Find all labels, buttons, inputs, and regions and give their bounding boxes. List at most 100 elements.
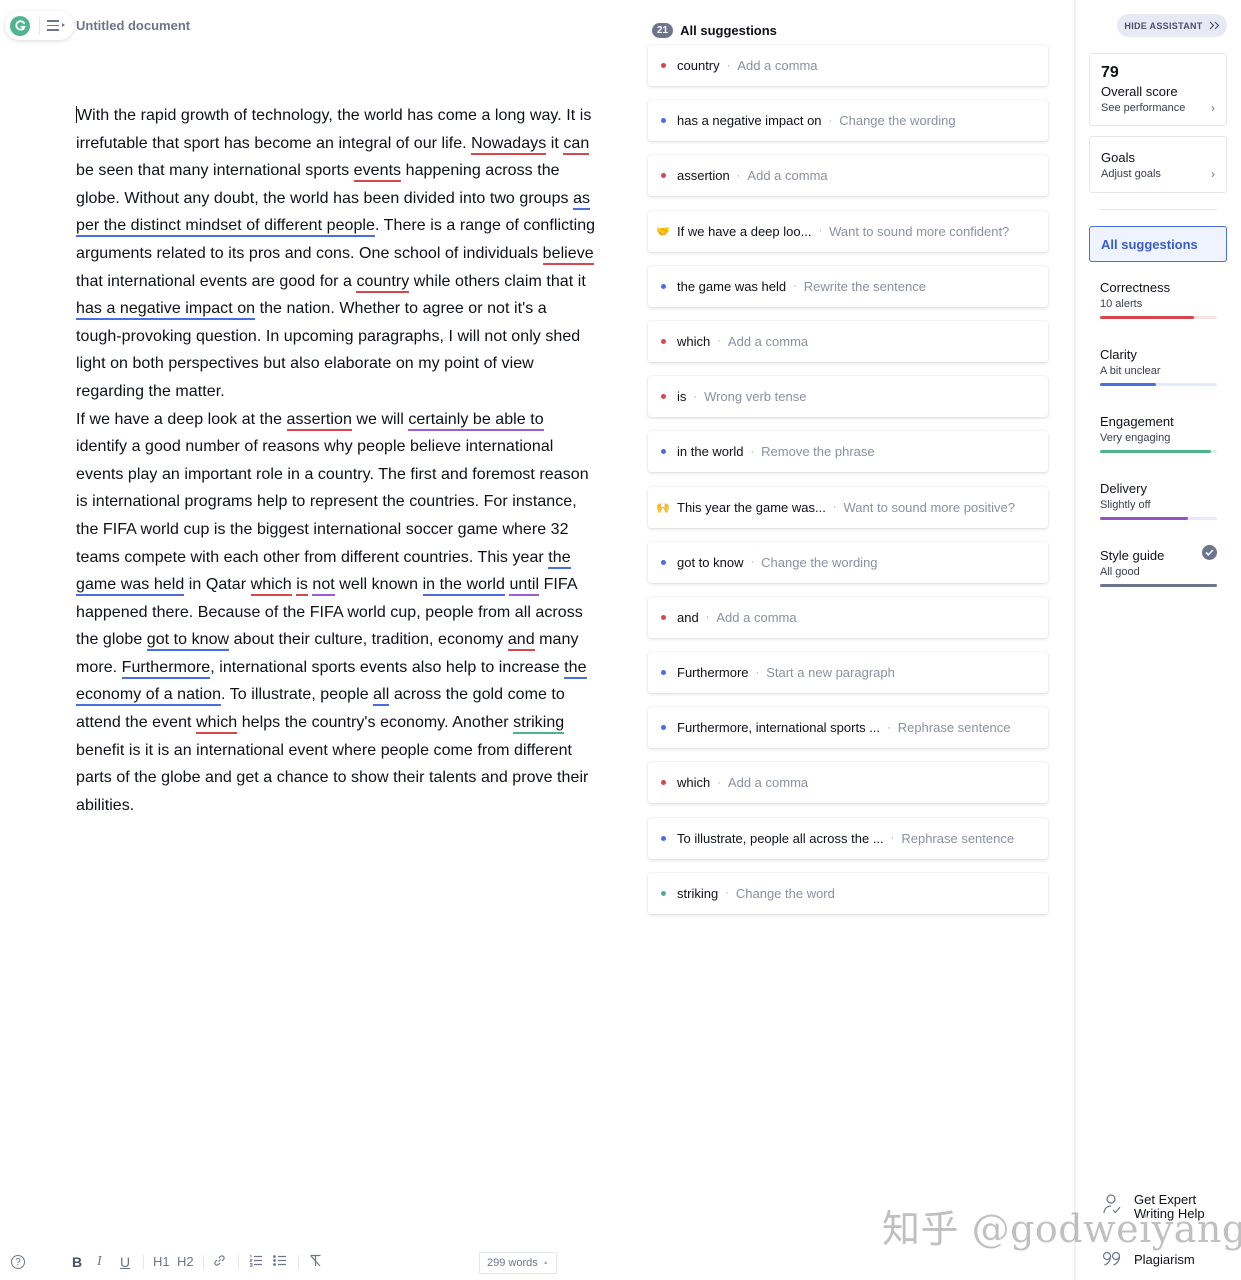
category-dot-icon (661, 670, 666, 676)
flagged-text-red[interactable]: which (250, 576, 292, 597)
suggestion-text: To illustrate, people all across the ... (677, 830, 884, 846)
flagged-text-purple[interactable]: not (312, 576, 335, 597)
suggestion-text: has a negative impact on (677, 113, 822, 129)
suggestion-card[interactable]: 🙌 This year the game was... · Want to sound… (648, 486, 1048, 528)
get-expert-help-button[interactable]: Get Expert Writing Help (1102, 1193, 1205, 1221)
flagged-text-green[interactable]: striking (513, 714, 565, 735)
toolbar-divider (203, 1255, 204, 1269)
document-paragraph[interactable]: If we have a deep look at the assertion … (76, 406, 596, 820)
goals-card[interactable]: Goals Adjust goals › (1089, 136, 1227, 193)
flagged-text-blue[interactable]: all (373, 686, 390, 707)
plagiarism-button[interactable]: Plagiarism (1102, 1251, 1195, 1267)
flagged-text-blue[interactable]: has a negative impact on (76, 300, 256, 321)
suggestion-text: is (677, 389, 687, 405)
suggestion-card[interactable]: Furthermore · Start a new paragraph (648, 652, 1048, 694)
suggestion-text: assertion (677, 168, 730, 184)
suggestion-card[interactable]: the game was held · Rewrite the sentence (648, 265, 1048, 307)
flagged-text-red[interactable]: is (296, 576, 308, 597)
suggestion-card[interactable]: is · Wrong verb tense (648, 376, 1048, 418)
underline-button[interactable]: U (120, 1254, 130, 1270)
separator-dot: · (705, 611, 710, 624)
numbered-list-icon[interactable] (249, 1254, 263, 1270)
suggestion-hint: Remove the phrase (761, 444, 875, 460)
suggestion-hint: Change the wording (839, 113, 956, 129)
link-icon[interactable] (213, 1254, 226, 1270)
suggestion-card[interactable]: got to know · Change the wording (648, 541, 1048, 583)
category-dot-icon (661, 614, 666, 620)
italic-button[interactable]: I (97, 1254, 102, 1270)
category-style-guide[interactable]: Style guide All good (1100, 545, 1217, 587)
doc-menu-pill[interactable] (5, 11, 74, 40)
bulleted-list-icon[interactable] (273, 1254, 287, 1270)
suggestion-text: If we have a deep loo... (677, 223, 812, 239)
category-dot-icon (661, 394, 666, 400)
suggestion-hint: Change the wording (761, 554, 878, 570)
flagged-text-red[interactable]: can (563, 134, 590, 155)
flagged-text-red[interactable]: events (353, 162, 402, 183)
category-name: Engagement (1100, 414, 1174, 429)
flagged-text-blue[interactable]: in the world (422, 576, 505, 597)
flagged-text-blue[interactable]: as per the distinct mindset of different… (76, 189, 591, 238)
flagged-text-blue[interactable]: Furthermore (121, 658, 211, 679)
category-engagement[interactable]: Engagement Very engaging (1100, 414, 1217, 453)
word-count-button[interactable]: 299 words ▲ (479, 1252, 557, 1274)
all-suggestions-button[interactable]: All suggestions (1089, 226, 1227, 262)
grammarly-logo-icon[interactable] (10, 15, 30, 36)
category-progress-fill (1100, 316, 1194, 319)
suggestion-hint: Want to sound more positive? (843, 499, 1016, 515)
document-menu-icon[interactable] (47, 20, 65, 31)
separator-dot: · (887, 721, 891, 734)
goals-label: Goals (1101, 150, 1135, 165)
adjust-goals-link[interactable]: Adjust goals (1101, 168, 1161, 180)
category-progress-bar (1100, 517, 1217, 520)
document-paragraph[interactable]: With the rapid growth of technology, the… (76, 102, 596, 406)
suggestion-text: which (677, 775, 711, 791)
flagged-text-blue[interactable]: got to know (146, 631, 230, 652)
see-performance-link[interactable]: See performance (1101, 102, 1185, 114)
help-icon[interactable]: ? (11, 1255, 25, 1269)
suggestion-text: the game was held (677, 278, 787, 294)
heading1-button[interactable]: H1 (153, 1254, 170, 1269)
suggestion-hint: Wrong verb tense (704, 389, 807, 405)
suggestion-card[interactable]: which · Add a comma (648, 762, 1048, 804)
suggestion-hint: Start a new paragraph (766, 665, 895, 681)
suggestion-card[interactable]: has a negative impact on · Change the word… (648, 100, 1048, 142)
overall-score-card[interactable]: 79 Overall score See performance › (1089, 53, 1227, 126)
flagged-text-red[interactable]: Nowadays (471, 134, 547, 155)
suggestion-card[interactable]: which · Add a comma (648, 320, 1048, 362)
suggestion-card[interactable]: striking · Change the word (648, 872, 1048, 914)
category-name: Style guide (1100, 548, 1165, 563)
plagiarism-label: Plagiarism (1134, 1251, 1195, 1267)
flagged-text-red[interactable]: which (196, 714, 238, 735)
flagged-text-red[interactable]: country (356, 272, 410, 293)
suggestions-title: All suggestions (680, 23, 777, 38)
suggestion-hint: Rewrite the sentence (803, 278, 926, 294)
category-delivery[interactable]: Delivery Slightly off (1100, 481, 1217, 520)
suggestion-hint: Rephrase sentence (897, 720, 1011, 736)
flagged-text-red[interactable]: and (507, 631, 535, 652)
category-clarity[interactable]: Clarity A bit unclear (1100, 347, 1217, 386)
double-chevron-right-icon (1209, 21, 1219, 30)
suggestion-card[interactable]: Furthermore, international sports ... · Re… (648, 707, 1048, 749)
suggestion-card[interactable]: 🤝 If we have a deep loo... · Want to sound … (648, 210, 1048, 252)
category-correctness[interactable]: Correctness 10 alerts (1100, 280, 1217, 319)
flagged-text-purple[interactable]: certainly be able to (408, 410, 544, 431)
category-name: Delivery (1100, 481, 1147, 496)
hide-assistant-button[interactable]: HIDE ASSISTANT (1117, 14, 1227, 37)
suggestion-card[interactable]: and · Add a comma (648, 596, 1048, 638)
suggestion-card[interactable]: assertion · Add a comma (648, 155, 1048, 197)
document-title[interactable]: Untitled document (76, 18, 190, 33)
flagged-text-red[interactable]: believe (542, 244, 594, 265)
clear-formatting-icon[interactable] (309, 1254, 322, 1270)
suggestion-card[interactable]: To illustrate, people all across the ...… (648, 817, 1048, 859)
bold-button[interactable]: B (72, 1254, 82, 1270)
flagged-text-purple[interactable]: until (509, 576, 540, 597)
suggestion-card[interactable]: in the world · Remove the phrase (648, 431, 1048, 473)
suggestion-card[interactable]: country · Add a comma (648, 45, 1048, 86)
document-editor[interactable]: With the rapid growth of technology, the… (76, 102, 596, 819)
suggestion-text: which (677, 333, 711, 349)
suggestion-text: country (677, 58, 720, 73)
flagged-text-red[interactable]: assertion (286, 410, 352, 431)
heading2-button[interactable]: H2 (177, 1254, 194, 1269)
toolbar-divider (238, 1255, 239, 1269)
